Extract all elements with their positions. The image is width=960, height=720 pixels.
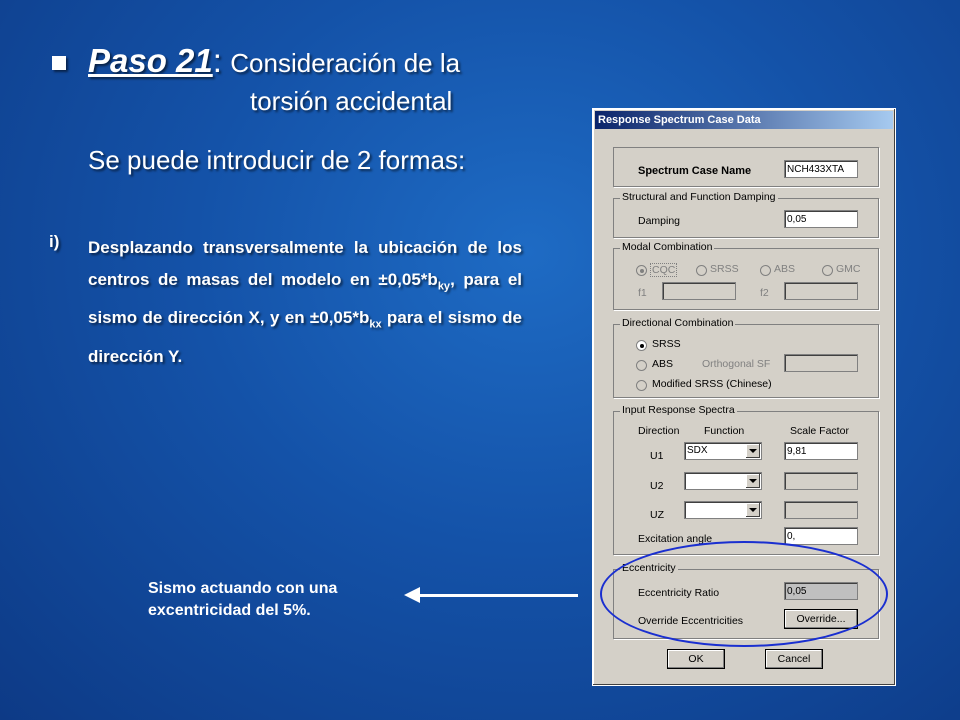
scale-input-u1[interactable]: 9,81 xyxy=(784,442,858,460)
item-sub-ky: ky xyxy=(437,280,451,293)
input-spectra-group: Input Response Spectra Direction Functio… xyxy=(613,404,879,555)
chevron-down-icon[interactable] xyxy=(746,503,760,517)
case-name-label: Spectrum Case Name xyxy=(638,165,752,177)
chevron-down-icon[interactable] xyxy=(746,474,760,488)
radio-cqc[interactable] xyxy=(636,265,647,276)
damping-input[interactable]: 0,05 xyxy=(784,210,858,228)
radio-srss-modal[interactable] xyxy=(696,265,707,276)
damping-group-label: Structural and Function Damping xyxy=(620,191,778,203)
radio-srss-dir[interactable] xyxy=(636,340,647,351)
highlight-ellipse xyxy=(600,541,888,647)
item-marker: i) xyxy=(49,232,60,251)
label-srss-modal: SRSS xyxy=(710,263,739,275)
orthogonal-sf-input[interactable] xyxy=(784,354,858,372)
col-scale-factor: Scale Factor xyxy=(790,425,849,437)
function-select-u1[interactable]: SDX xyxy=(684,442,762,460)
dir-u2: U2 xyxy=(650,480,664,492)
input-group-label: Input Response Spectra xyxy=(620,404,737,416)
f1-input[interactable] xyxy=(662,282,736,300)
ok-button[interactable]: OK xyxy=(667,649,725,669)
f1-label: f1 xyxy=(638,287,647,299)
label-abs-dir: ABS xyxy=(652,358,674,370)
item-sub-kx: kx xyxy=(369,318,382,331)
excitation-angle-input[interactable]: 0, xyxy=(784,527,858,545)
scale-input-uz[interactable] xyxy=(784,501,858,519)
case-name-group: Spectrum Case Name NCH433XTA xyxy=(613,147,879,187)
function-u1-value: SDX xyxy=(687,445,708,456)
subtitle: Se puede introducir de 2 formas: xyxy=(88,145,466,175)
caption-line2: excentricidad del 5%. xyxy=(148,602,311,619)
dir-u1: U1 xyxy=(650,450,664,462)
bullet-square-icon xyxy=(52,56,66,70)
case-name-input[interactable]: NCH433XTA xyxy=(784,160,858,178)
cancel-button[interactable]: Cancel xyxy=(765,649,823,669)
radio-gmc[interactable] xyxy=(822,265,833,276)
caption: Sismo actuando con una excentricidad del… xyxy=(148,578,337,622)
directional-group-label: Directional Combination xyxy=(620,317,736,329)
arrow-line xyxy=(416,594,578,597)
directional-combination-group: Directional Combination SRSS ABS Orthogo… xyxy=(613,317,879,398)
dialog-title: Response Spectrum Case Data xyxy=(595,111,893,129)
label-modified-srss: Modified SRSS (Chinese) xyxy=(652,378,772,390)
modal-combination-group: Modal Combination CQC SRSS ABS GMC f1 f2 xyxy=(613,241,879,310)
arrow-left-icon xyxy=(404,587,420,603)
label-srss-dir: SRSS xyxy=(652,338,681,350)
slide-title: Paso 21: Consideración de la xyxy=(88,42,460,80)
item-text: Desplazando transversalmente la ubicació… xyxy=(88,232,522,373)
damping-group: Structural and Function Damping Damping … xyxy=(613,191,879,238)
function-select-u2[interactable] xyxy=(684,472,762,490)
radio-modified-srss[interactable] xyxy=(636,380,647,391)
title-step: Paso 21 xyxy=(88,42,213,79)
label-abs-modal: ABS xyxy=(774,263,796,275)
dir-uz: UZ xyxy=(650,509,664,521)
col-direction: Direction xyxy=(638,425,680,437)
title-colon: : xyxy=(212,42,222,79)
radio-abs-modal[interactable] xyxy=(760,265,771,276)
title-line2: torsión accidental xyxy=(250,86,453,116)
f2-input[interactable] xyxy=(784,282,858,300)
modal-group-label: Modal Combination xyxy=(620,241,715,253)
title-text: Consideración de la xyxy=(230,48,461,78)
function-select-uz[interactable] xyxy=(684,501,762,519)
label-gmc: GMC xyxy=(836,263,861,275)
radio-abs-dir[interactable] xyxy=(636,360,647,371)
col-function: Function xyxy=(704,425,745,437)
label-cqc: CQC xyxy=(650,263,678,277)
damping-label: Damping xyxy=(638,215,681,227)
orthogonal-sf-label: Orthogonal SF xyxy=(702,358,771,370)
scale-input-u2[interactable] xyxy=(784,472,858,490)
chevron-down-icon[interactable] xyxy=(746,444,760,458)
f2-label: f2 xyxy=(760,287,769,299)
caption-line1: Sismo actuando con una xyxy=(148,580,338,597)
